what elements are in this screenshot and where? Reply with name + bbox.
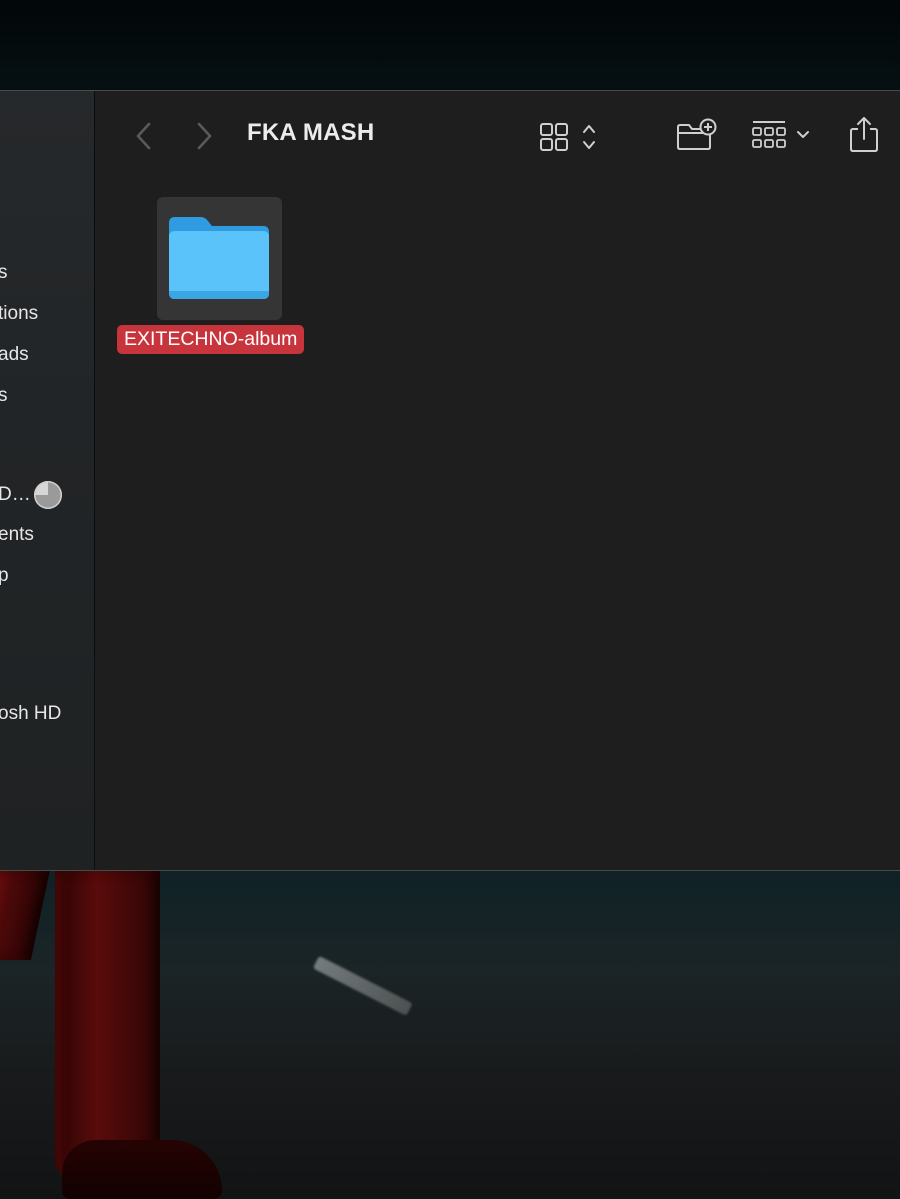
finder-window: s tions ads s D… ents p osh HD FKA MASH (0, 90, 900, 871)
sidebar-item-applications[interactable]: tions (0, 300, 38, 328)
sidebar-item-desktop[interactable]: p (0, 562, 9, 590)
sidebar-item-documents[interactable]: s (0, 382, 8, 410)
window-title: FKA MASH (247, 119, 375, 146)
sidebar-item-icloud-drive[interactable]: D… (0, 481, 31, 509)
share-icon[interactable] (847, 115, 881, 153)
figure-boot (62, 1140, 222, 1199)
screen: s tions ads s D… ents p osh HD FKA MASH (0, 0, 900, 1199)
chevron-left-icon[interactable] (131, 119, 155, 153)
file-item-folder[interactable]: EXITECHNO-album (117, 197, 321, 357)
toolbar: FKA MASH (95, 91, 900, 179)
main-content: FKA MASH EXITECHNO-album (95, 91, 900, 870)
disk-usage-pie-icon (34, 481, 62, 509)
group-by-icon[interactable] (751, 119, 813, 151)
figure-leg (55, 870, 160, 1180)
sidebar-item-downloads[interactable]: ads (0, 341, 29, 369)
sidebar: s tions ads s D… ents p osh HD (0, 91, 95, 870)
sidebar-item-recents[interactable]: s (0, 259, 8, 287)
folder-icon (167, 213, 271, 305)
file-name-label[interactable]: EXITECHNO-album (117, 325, 305, 354)
new-folder-icon[interactable] (675, 117, 717, 153)
sidebar-item-icloud-documents[interactable]: ents (0, 521, 34, 549)
grid-view-icon[interactable] (539, 121, 601, 153)
sidebar-item-macintosh-hd[interactable]: osh HD (0, 700, 61, 728)
wallpaper-top (0, 0, 900, 92)
chevron-right-icon[interactable] (193, 119, 217, 153)
